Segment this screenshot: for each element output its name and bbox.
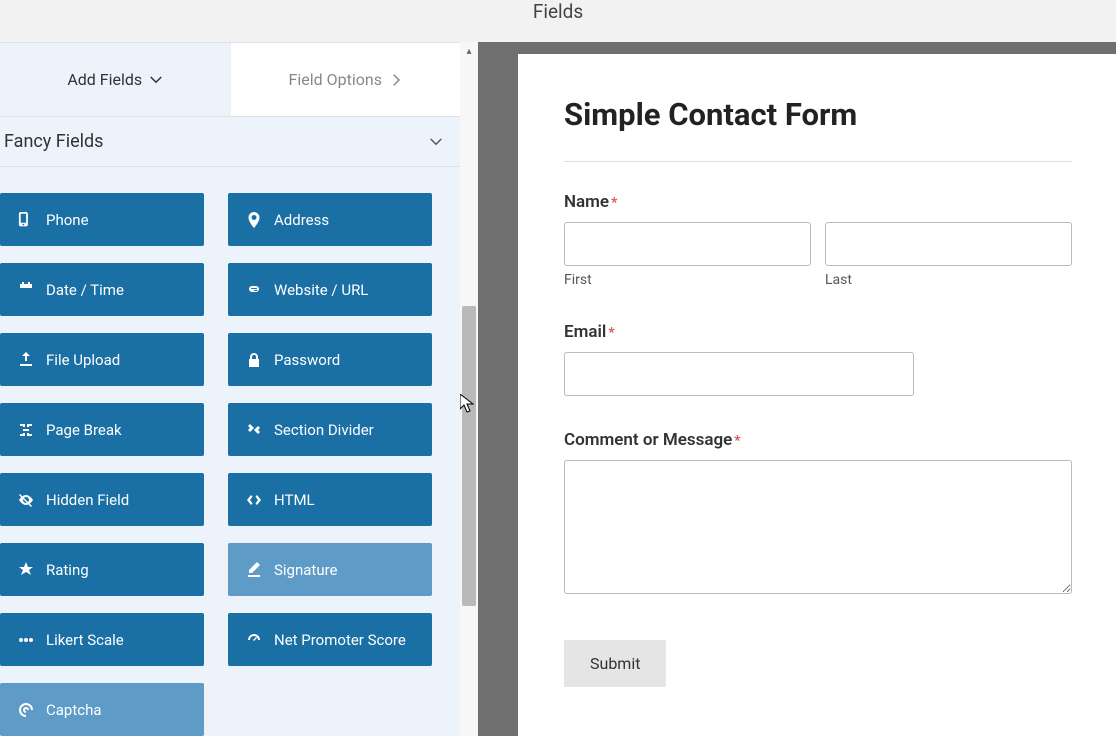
tab-add-fields-label: Add Fields [67,70,142,89]
nps-icon [246,632,262,648]
scroll-up-arrow[interactable]: ▴ [460,42,478,60]
left-panel: Add Fields Field Options Fancy Fields Ph… [0,42,460,736]
required-asterisk: * [611,195,617,211]
submit-button[interactable]: Submit [564,640,666,687]
field-label: Phone [46,211,89,229]
section-fancy-fields[interactable]: Fancy Fields [0,117,460,167]
form-title: Simple Contact Form [564,96,1072,133]
field-hidden-button[interactable]: Hidden Field [0,473,204,526]
last-name-sublabel: Last [825,272,1072,288]
field-password-button[interactable]: Password [228,333,432,386]
hidden-icon [18,492,34,508]
field-label: Signature [274,561,338,579]
field-label: Address [274,211,329,229]
field-link-button[interactable]: Website / URL [228,263,432,316]
field-label: Captcha [46,701,102,719]
upload-icon [18,352,34,368]
last-name-input[interactable] [825,222,1072,266]
panel-tabs: Add Fields Field Options [0,43,460,117]
field-nps-button[interactable]: Net Promoter Score [228,613,432,666]
chevron-down-icon [430,136,442,148]
chevron-down-icon [150,74,162,86]
first-name-input[interactable] [564,222,811,266]
field-label: Net Promoter Score [274,631,406,649]
first-name-sublabel: First [564,272,811,288]
field-phone-button[interactable]: Phone [0,193,204,246]
field-label: Likert Scale [46,631,124,649]
field-likert-button[interactable]: Likert Scale [0,613,204,666]
field-label: Password [274,351,340,369]
comment-label: Comment or Message* [564,430,1072,450]
html-icon [246,492,262,508]
tab-field-options-label: Field Options [289,70,382,89]
field-captcha-button[interactable]: Captcha [0,683,204,736]
required-asterisk: * [608,325,614,341]
field-pagebreak-button[interactable]: Page Break [0,403,204,456]
field-rating-button[interactable]: Rating [0,543,204,596]
required-asterisk: * [734,433,740,449]
section-fancy-fields-label: Fancy Fields [4,131,103,152]
email-input[interactable] [564,352,914,396]
date-icon [18,282,34,298]
link-icon [246,282,262,298]
comment-textarea[interactable] [564,460,1072,594]
captcha-icon [18,702,34,718]
password-icon [246,352,262,368]
field-divider-button[interactable]: Section Divider [228,403,432,456]
scroll-thumb[interactable] [462,306,476,606]
address-icon [246,212,262,228]
field-label: File Upload [46,351,120,369]
topbar: Fields [0,0,1116,42]
field-label: Page Break [46,421,122,439]
field-upload-button[interactable]: File Upload [0,333,204,386]
field-date-button[interactable]: Date / Time [0,263,204,316]
rating-icon [18,562,34,578]
tab-field-options[interactable]: Field Options [230,43,461,117]
field-label: Rating [46,561,89,579]
fields-grid: Phone Address Date / Time Website / URL File… [0,167,460,736]
topbar-title: Fields [533,0,583,23]
field-label: Website / URL [274,281,368,299]
phone-icon [18,212,34,228]
tab-add-fields[interactable]: Add Fields [0,43,230,117]
name-label: Name* [564,192,1072,212]
field-signature-button[interactable]: Signature [228,543,432,596]
email-label: Email* [564,322,1072,342]
field-address-button[interactable]: Address [228,193,432,246]
preview-card[interactable]: Simple Contact Form Name* First Last [518,54,1116,736]
signature-icon [246,562,262,578]
divider-icon [246,422,262,438]
field-label: Date / Time [46,281,124,299]
preview-area: Simple Contact Form Name* First Last [478,42,1116,736]
field-label: Section Divider [274,421,374,439]
field-html-button[interactable]: HTML [228,473,432,526]
scrollbar[interactable]: ▴ [460,42,478,736]
field-label: Hidden Field [46,491,129,509]
pagebreak-icon [18,422,34,438]
likert-icon [18,632,34,648]
field-label: HTML [274,491,315,509]
divider [564,161,1072,162]
chevron-right-icon [390,74,402,86]
